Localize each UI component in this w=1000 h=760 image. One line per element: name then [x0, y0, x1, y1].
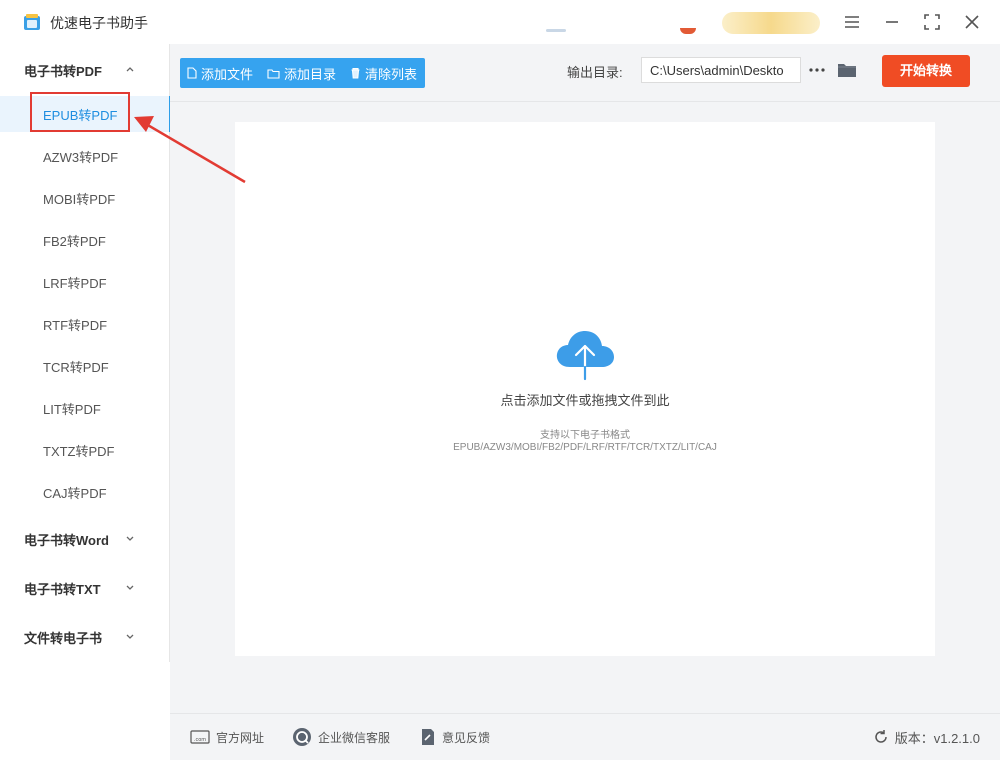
- add-file-button[interactable]: 添加文件: [186, 58, 253, 88]
- sidebar-item-azw3-pdf[interactable]: AZW3转PDF: [0, 138, 170, 174]
- add-directory-button[interactable]: 添加目录: [267, 58, 336, 88]
- app-logo-icon: [24, 14, 40, 30]
- wechat-icon: [293, 728, 311, 746]
- chevron-down-icon: [126, 536, 134, 541]
- chevron-down-icon: [126, 585, 134, 590]
- drop-zone-title: 点击添加文件或拖拽文件到此: [500, 393, 670, 408]
- feedback-link[interactable]: 意见反馈: [420, 726, 490, 748]
- sidebar-item-label: MOBI转PDF: [43, 192, 116, 207]
- maximize-icon[interactable]: [920, 10, 944, 34]
- minimize-icon[interactable]: [880, 10, 904, 34]
- sidebar-group-label: 电子书转PDF: [24, 64, 103, 79]
- sidebar-item-txtz-pdf[interactable]: TXTZ转PDF: [0, 432, 170, 468]
- file-icon: [187, 67, 197, 79]
- official-website-label: 官方网址: [216, 730, 265, 745]
- sidebar-item-epub-pdf[interactable]: EPUB转PDF: [0, 96, 171, 132]
- sidebar-item-label: CAJ转PDF: [43, 486, 107, 501]
- sidebar-item-label: TCR转PDF: [43, 360, 109, 375]
- app-title: 优速电子书助手: [50, 15, 148, 31]
- close-icon[interactable]: [960, 10, 984, 34]
- footer-divider: [170, 713, 1000, 714]
- open-folder-icon[interactable]: [836, 59, 858, 81]
- sidebar-item-caj-pdf[interactable]: CAJ转PDF: [0, 474, 170, 510]
- start-convert-button[interactable]: 开始转换: [882, 55, 970, 87]
- main-panel: 添加文件 添加目录 清除列表 输出目录: C:\Users\admin\Desk…: [170, 44, 1000, 760]
- wechat-support-link[interactable]: 企业微信客服: [292, 726, 390, 748]
- folder-outline-icon: [267, 68, 280, 79]
- sidebar-item-mobi-pdf[interactable]: MOBI转PDF: [0, 180, 170, 216]
- version-label: 版本：v1.2.1.0: [894, 730, 980, 746]
- sidebar-item-label: FB2转PDF: [43, 234, 106, 249]
- sidebar-item-rtf-pdf[interactable]: RTF转PDF: [0, 306, 170, 342]
- sidebar-group-label: 电子书转TXT: [24, 582, 101, 597]
- drop-zone-subtitle: 支持以下电子书格式: [540, 430, 630, 441]
- sidebar: 电子书转PDF EPUB转PDF AZW3转PDF MOBI转PDF FB2转P…: [0, 44, 171, 662]
- refresh-icon[interactable]: [873, 729, 889, 745]
- sidebar-item-lit-pdf[interactable]: LIT转PDF: [0, 390, 170, 426]
- trash-icon: [351, 67, 360, 79]
- file-drop-zone[interactable]: 点击添加文件或拖拽文件到此 支持以下电子书格式 EPUB/AZW3/MOBI/F…: [235, 122, 935, 656]
- feedback-icon: [422, 729, 434, 745]
- official-website-link[interactable]: .com 官方网址: [190, 726, 264, 748]
- title-bar: 优速电子书助手: [0, 0, 1000, 44]
- sidebar-item-label: LRF转PDF: [43, 276, 107, 291]
- ad-red-mark: [680, 28, 696, 34]
- sidebar-item-label: TXTZ转PDF: [43, 444, 115, 459]
- sidebar-group-to-ebook[interactable]: 文件转电子书: [0, 621, 170, 651]
- sidebar-item-tcr-pdf[interactable]: TCR转PDF: [0, 348, 170, 384]
- ad-blue-mark: [546, 29, 566, 32]
- clear-list-label: 清除列表: [365, 66, 418, 82]
- menu-icon[interactable]: [840, 10, 864, 34]
- chevron-up-icon: [126, 67, 134, 72]
- ad-banner[interactable]: [540, 10, 820, 34]
- chevron-down-icon: [126, 634, 134, 639]
- output-dir-field[interactable]: C:\Users\admin\Deskto: [641, 57, 801, 83]
- more-options-icon[interactable]: [806, 58, 828, 82]
- toolbar-divider: [170, 101, 1000, 102]
- sidebar-group-word[interactable]: 电子书转Word: [0, 523, 170, 553]
- svg-text:.com: .com: [194, 737, 206, 743]
- wechat-support-label: 企业微信客服: [318, 730, 391, 745]
- sidebar-item-label: RTF转PDF: [43, 318, 108, 333]
- output-dir-label: 输出目录:: [567, 65, 623, 80]
- sidebar-group-label: 电子书转Word: [24, 533, 109, 548]
- sidebar-item-label: AZW3转PDF: [43, 150, 119, 165]
- sidebar-group-pdf[interactable]: 电子书转PDF: [0, 54, 170, 84]
- cloud-upload-icon: [556, 331, 614, 381]
- feedback-label: 意见反馈: [442, 730, 491, 745]
- add-file-label: 添加文件: [201, 66, 254, 82]
- sidebar-item-fb2-pdf[interactable]: FB2转PDF: [0, 222, 170, 258]
- sidebar-item-label: LIT转PDF: [43, 402, 101, 417]
- add-directory-label: 添加目录: [284, 66, 337, 82]
- version-info: 版本：v1.2.1.0: [873, 726, 980, 748]
- sidebar-item-lrf-pdf[interactable]: LRF转PDF: [0, 264, 170, 300]
- sidebar-group-label: 文件转电子书: [24, 631, 103, 646]
- sidebar-group-txt[interactable]: 电子书转TXT: [0, 572, 170, 602]
- file-toolbar: 添加文件 添加目录 清除列表: [180, 58, 426, 88]
- clear-list-button[interactable]: 清除列表: [350, 58, 417, 88]
- supported-formats: EPUB/AZW3/MOBI/FB2/PDF/LRF/RTF/TCR/TXTZ/…: [453, 442, 717, 453]
- sidebar-item-label: EPUB转PDF: [43, 108, 118, 123]
- website-icon: .com: [190, 730, 210, 744]
- ad-gold-pill[interactable]: [722, 12, 820, 34]
